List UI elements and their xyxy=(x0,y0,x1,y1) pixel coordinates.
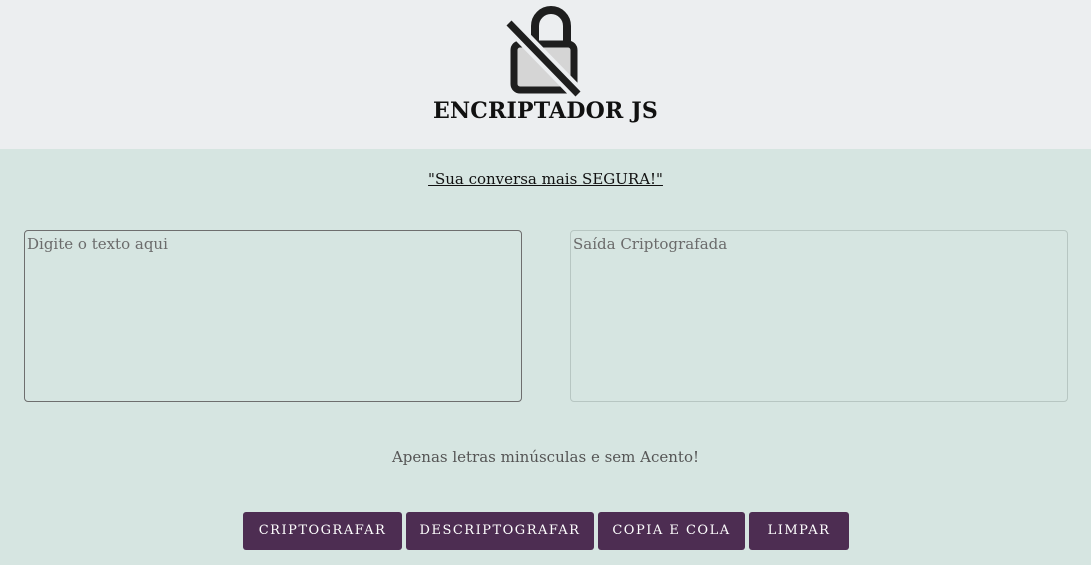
decrypt-button[interactable]: DESCRIPTOGRAFAR xyxy=(406,512,594,550)
unlocked-padlock-icon xyxy=(503,6,584,98)
page-title: ENCRIPTADOR JS xyxy=(432,98,659,124)
input-textarea[interactable] xyxy=(24,230,522,402)
hint-text: Apenas letras minúsculas e sem Acento! xyxy=(391,448,700,466)
copy-button[interactable]: COPIA E COLA xyxy=(598,512,745,550)
clear-button[interactable]: LIMPAR xyxy=(749,512,849,550)
encrypt-button[interactable]: CRIPTOGRAFAR xyxy=(243,512,402,550)
page-header: ENCRIPTADOR JS xyxy=(0,0,1091,149)
output-textarea[interactable] xyxy=(570,230,1068,402)
slogan: "Sua conversa mais SEGURA!" xyxy=(428,170,663,188)
